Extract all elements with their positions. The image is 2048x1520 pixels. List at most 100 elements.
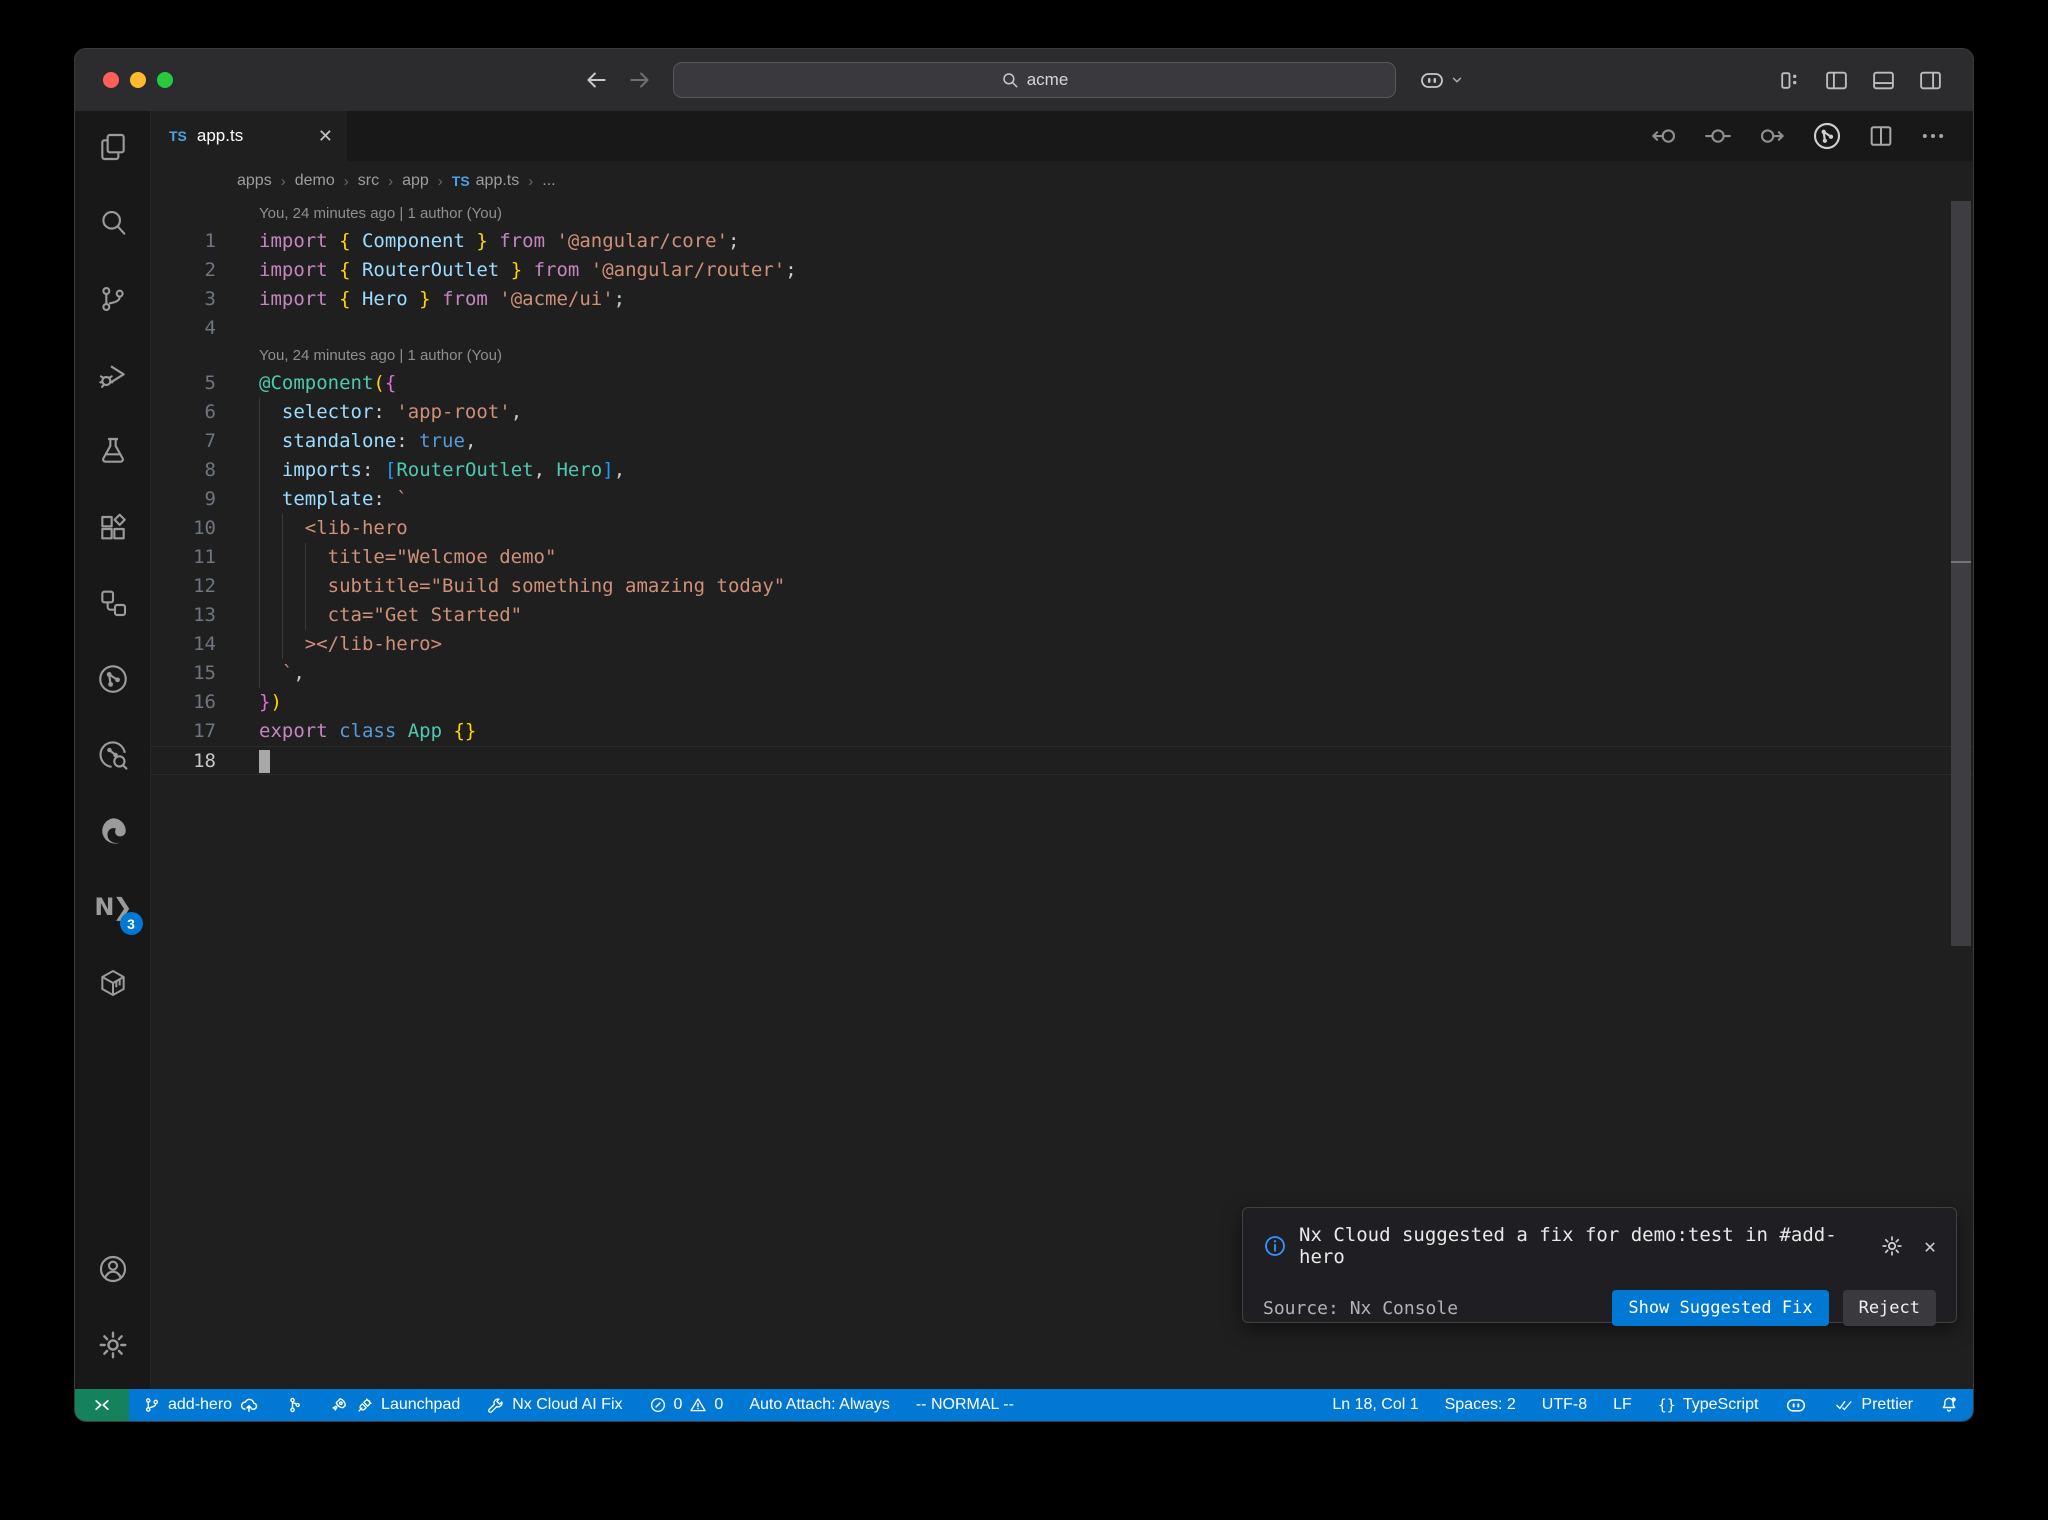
code-line[interactable]: 16}) — [151, 688, 1973, 717]
chevron-down-icon — [1452, 77, 1462, 83]
language-mode-status[interactable]: {} TypeScript — [1658, 1396, 1759, 1414]
activity-edge-devtools[interactable] — [85, 803, 141, 859]
codelens[interactable]: You, 24 minutes ago | 1 author (You) — [151, 201, 1973, 227]
errors-count: 0 — [673, 1396, 683, 1413]
code-token: {} — [442, 720, 477, 742]
breadcrumb-app[interactable]: app — [402, 172, 429, 190]
line-number: 15 — [193, 662, 216, 684]
scrollbar-slider[interactable] — [1951, 201, 1971, 946]
code-token: , — [464, 430, 477, 452]
code-line[interactable]: 5 @Component({ — [151, 369, 1973, 398]
info-icon — [1265, 1236, 1285, 1256]
code-token: RouterOutlet — [350, 259, 500, 281]
command-center-search[interactable]: acme — [673, 62, 1396, 98]
code-line[interactable]: 2 import { RouterOutlet } from '@angular/… — [151, 256, 1973, 285]
code-token: template — [281, 488, 374, 510]
nav-position-circle-icon[interactable] — [1703, 121, 1733, 151]
breadcrumb-src[interactable]: src — [358, 172, 379, 190]
activity-references[interactable] — [85, 575, 141, 631]
more-actions-icon[interactable] — [1919, 122, 1947, 150]
code-line[interactable]: 3 import { Hero } from '@acme/ui'; — [151, 285, 1973, 314]
show-suggested-fix-button[interactable]: Show Suggested Fix — [1612, 1290, 1829, 1326]
activity-graph-search[interactable] — [85, 727, 141, 783]
copilot-menu[interactable] — [1418, 68, 1464, 92]
split-editor-icon[interactable] — [1867, 122, 1895, 150]
code-token: } — [259, 691, 271, 713]
close-window-button[interactable] — [103, 72, 119, 88]
code-editor[interactable]: You, 24 minutes ago | 1 author (You) 1 imp… — [151, 201, 1973, 1389]
toggle-secondary-sidebar-icon[interactable] — [1918, 68, 1943, 93]
testing-icon — [101, 437, 124, 463]
activity-explorer[interactable] — [85, 119, 141, 175]
code-token: from — [522, 259, 580, 281]
code-line[interactable]: 7 standalone: true, — [151, 427, 1973, 456]
code-line[interactable]: 10 <lib-hero — [151, 514, 1973, 543]
run-target-graph-icon[interactable] — [1811, 120, 1843, 152]
code-line[interactable]: 14 ></lib-hero> — [151, 630, 1973, 659]
auto-attach-status[interactable]: Auto Attach: Always — [749, 1396, 890, 1414]
breadcrumb-file[interactable]: TS app.ts — [452, 172, 519, 190]
navigate-forward-icon[interactable] — [627, 67, 653, 93]
navigate-back-icon[interactable] — [583, 67, 609, 93]
code-line[interactable]: 15 `, — [151, 659, 1973, 688]
code-line[interactable]: 11 title="Welcmoe demo" — [151, 543, 1973, 572]
toggle-panel-icon[interactable] — [1871, 68, 1896, 93]
breadcrumb-apps[interactable]: apps — [237, 172, 272, 190]
tab-close-icon[interactable]: ✕ — [318, 126, 333, 147]
zoom-window-button[interactable] — [157, 72, 173, 88]
typescript-file-icon: TS — [451, 173, 470, 189]
notifications-bell[interactable] — [1939, 1395, 1959, 1415]
commit-graph-status[interactable] — [285, 1396, 303, 1414]
code-line[interactable]: 13 cta="Get Started" — [151, 601, 1973, 630]
git-branch-status[interactable]: add-hero — [143, 1395, 259, 1415]
activity-project-graph[interactable] — [85, 651, 141, 707]
activity-containers[interactable] — [85, 955, 141, 1011]
code-line[interactable]: 17 export class App {} — [151, 717, 1973, 746]
remote-indicator[interactable] — [75, 1389, 129, 1421]
code-line[interactable]: 18 — [151, 746, 1973, 775]
code-line[interactable]: 6 selector: 'app-root', — [151, 398, 1973, 427]
activity-extensions[interactable] — [85, 499, 141, 555]
notification-settings-icon[interactable] — [1880, 1234, 1904, 1258]
nx-cloud-fix-status[interactable]: Nx Cloud AI Fix — [486, 1396, 623, 1415]
problems-status[interactable]: 0 0 — [649, 1396, 723, 1414]
cursor-position-status[interactable]: Ln 18, Col 1 — [1332, 1396, 1418, 1414]
vim-mode-status[interactable]: -- NORMAL -- — [916, 1396, 1014, 1414]
code-line[interactable]: 12 subtitle="Build something amazing tod… — [151, 572, 1973, 601]
indentation-status[interactable]: Spaces: 2 — [1445, 1396, 1516, 1414]
activity-settings[interactable] — [85, 1317, 141, 1373]
activity-source-control[interactable] — [85, 271, 141, 327]
notification-close-icon[interactable]: ✕ — [1924, 1234, 1936, 1258]
nav-forward-circle-icon[interactable] — [1757, 121, 1787, 151]
code-lines: You, 24 minutes ago | 1 author (You) 1 imp… — [151, 201, 1973, 775]
codelens[interactable]: You, 24 minutes ago | 1 author (You) — [151, 343, 1973, 369]
code-token: Hero — [545, 459, 603, 481]
tab-app-ts[interactable]: TS app.ts ✕ — [151, 111, 347, 161]
activity-search[interactable] — [85, 195, 141, 251]
activity-testing[interactable] — [85, 423, 141, 479]
copilot-status[interactable] — [1784, 1395, 1808, 1415]
breadcrumb-demo[interactable]: demo — [295, 172, 335, 190]
code-line[interactable]: 1 import { Component } from '@angular/cor… — [151, 227, 1973, 256]
prettier-status[interactable]: Prettier — [1834, 1396, 1913, 1414]
breadcrumb-symbol-ellipsis[interactable]: ... — [542, 172, 555, 190]
code-line-text: ></lib-hero> — [259, 630, 442, 659]
reject-button[interactable]: Reject — [1842, 1290, 1936, 1326]
code-token: : — [361, 459, 385, 481]
eol-status[interactable]: LF — [1613, 1396, 1632, 1414]
nav-back-circle-icon[interactable] — [1649, 121, 1679, 151]
activity-run-debug[interactable] — [85, 347, 141, 403]
activity-nx-console[interactable]: N❯ 3 — [85, 879, 143, 935]
nx-cloud-fix-label: Nx Cloud AI Fix — [512, 1396, 623, 1413]
encoding-status[interactable]: UTF-8 — [1542, 1396, 1587, 1414]
minimize-window-button[interactable] — [130, 72, 146, 88]
code-token: [ — [384, 459, 397, 481]
launchpad-status[interactable]: Launchpad — [329, 1395, 460, 1415]
code-line[interactable]: 8 imports: [RouterOutlet, Hero], — [151, 456, 1973, 485]
customize-layout-icon[interactable] — [1777, 68, 1802, 93]
code-line[interactable]: 4 — [151, 314, 1973, 343]
activity-accounts[interactable] — [85, 1241, 141, 1297]
code-line[interactable]: 9 template: ` — [151, 485, 1973, 514]
toggle-primary-sidebar-icon[interactable] — [1824, 68, 1849, 93]
